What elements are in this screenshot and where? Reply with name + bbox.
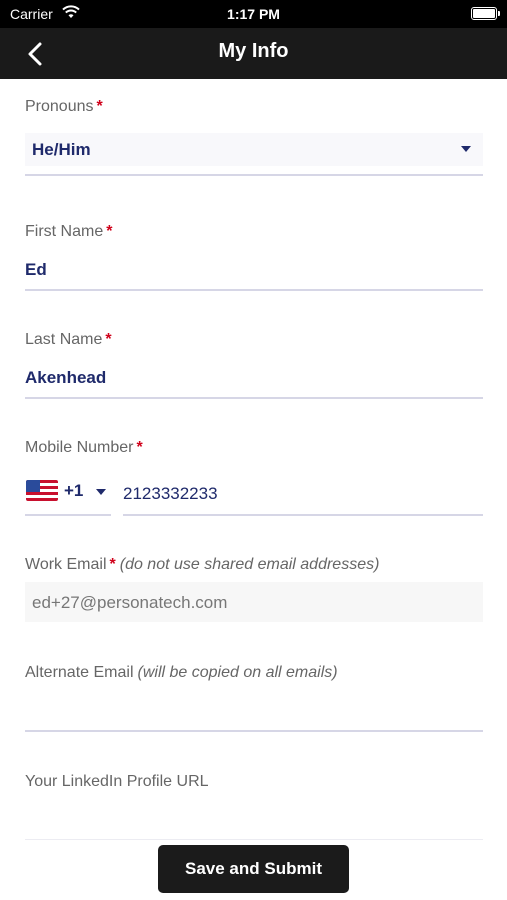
work-email-value: ed+27@personatech.com xyxy=(32,593,228,612)
alternate-email-underline xyxy=(25,730,483,732)
alternate-email-hint: (will be copied on all emails) xyxy=(137,664,338,681)
caret-down-icon xyxy=(96,489,106,495)
pronouns-label: Pronouns * xyxy=(25,98,103,115)
country-code-underline xyxy=(25,514,111,516)
last-name-input[interactable]: Akenhead xyxy=(25,368,106,388)
clock: 1:17 PM xyxy=(227,6,280,22)
pronouns-underline xyxy=(25,174,483,176)
first-name-underline xyxy=(25,289,483,291)
required-marker: * xyxy=(136,439,143,456)
country-code-picker[interactable]: +1 xyxy=(25,477,111,507)
pronouns-select[interactable]: He/Him xyxy=(25,133,483,166)
mobile-number-underline xyxy=(123,514,483,516)
caret-down-icon xyxy=(461,146,471,152)
battery-icon xyxy=(471,7,500,20)
nav-bar: My Info xyxy=(0,28,507,79)
work-email-field[interactable]: ed+27@personatech.com xyxy=(25,582,483,622)
first-name-label: First Name * xyxy=(25,223,113,240)
page-title: My Info xyxy=(218,40,289,62)
mobile-number-input[interactable]: 2123332233 xyxy=(123,484,218,504)
required-marker: * xyxy=(105,331,112,348)
us-flag-icon xyxy=(26,480,58,501)
last-name-label: Last Name * xyxy=(25,331,112,348)
linkedin-underline xyxy=(25,839,483,840)
linkedin-input[interactable] xyxy=(25,801,483,837)
work-email-label: Work Email * (do not use shared email addr… xyxy=(25,556,380,573)
pronouns-value: He/Him xyxy=(32,140,91,159)
status-bar: Carrier 1:17 PM xyxy=(0,0,507,28)
required-marker: * xyxy=(96,98,103,115)
alternate-email-label: Alternate Email (will be copied on all em… xyxy=(25,664,338,681)
country-code: +1 xyxy=(64,481,84,500)
work-email-hint: (do not use shared email addresses) xyxy=(119,556,380,573)
mobile-number-label: Mobile Number * xyxy=(25,439,143,456)
last-name-underline xyxy=(25,397,483,399)
save-and-submit-button[interactable]: Save and Submit xyxy=(158,845,349,893)
first-name-input[interactable]: Ed xyxy=(25,260,47,280)
linkedin-label: Your LinkedIn Profile URL xyxy=(25,773,209,790)
required-marker: * xyxy=(106,223,113,240)
required-marker: * xyxy=(109,556,116,573)
alternate-email-input[interactable] xyxy=(25,694,483,730)
